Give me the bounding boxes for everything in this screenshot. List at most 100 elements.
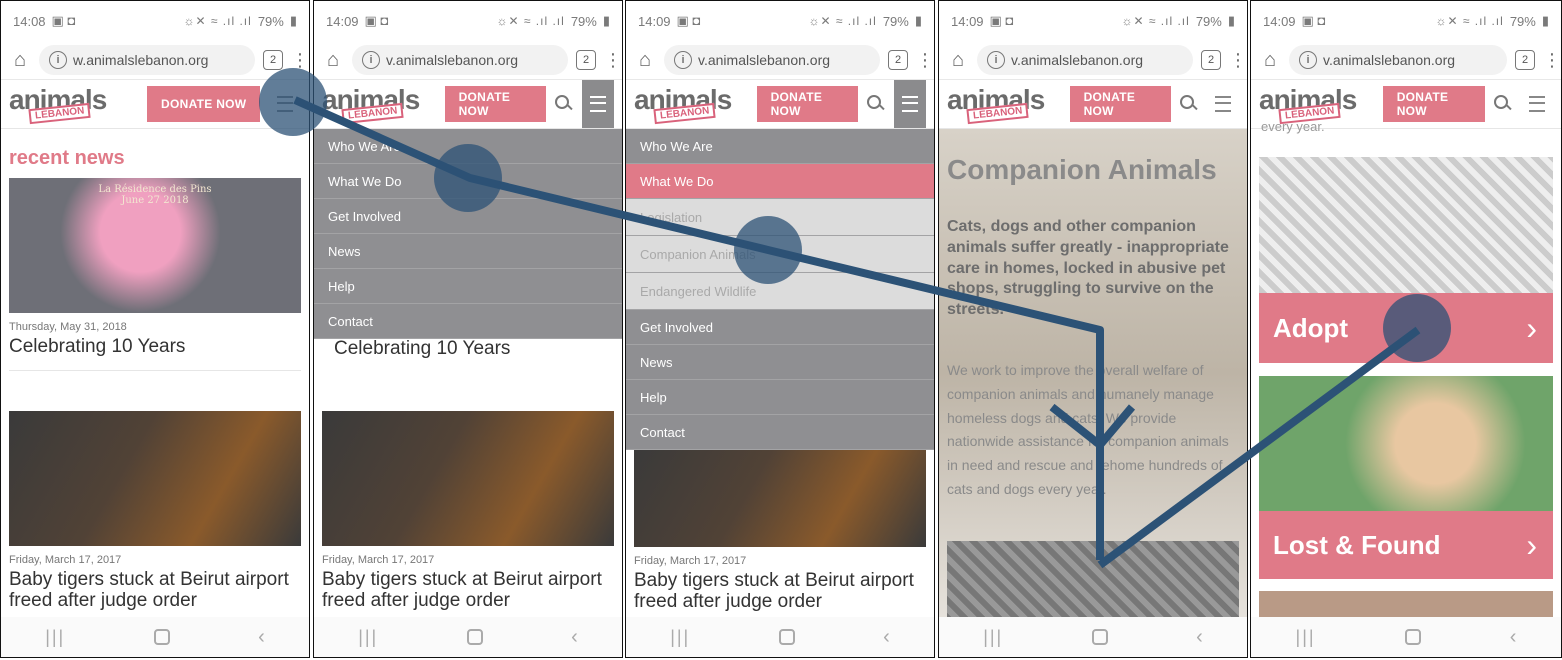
search-icon[interactable] [1493, 94, 1513, 114]
home-button-icon[interactable] [1091, 629, 1108, 645]
menu-item-news[interactable]: News [314, 234, 622, 269]
tab-switcher-button[interactable]: 2 [263, 50, 283, 70]
cat-image [947, 541, 1239, 621]
battery-icon: ▮ [602, 13, 610, 28]
home-icon[interactable]: ⌂ [9, 49, 31, 71]
donate-button[interactable]: DONATE NOW [756, 86, 858, 122]
info-icon[interactable]: i [49, 51, 67, 69]
site-logo[interactable]: animals LEBANON [634, 84, 732, 125]
news-card[interactable]: Friday, March 17, 2017 Baby tigers stuck… [634, 447, 926, 626]
news-title[interactable]: Baby tigers stuck at Beirut airport free… [9, 569, 301, 624]
browser-toolbar: ⌂ i v.animalslebanon.org 2 ⋮ [314, 41, 622, 80]
more-options-icon[interactable]: ⋮ [1229, 51, 1247, 69]
site-logo[interactable]: animals LEBANON [322, 84, 420, 125]
adopt-label: Adopt [1273, 312, 1349, 343]
news-image: La Résidence des Pins June 27 2018 [9, 178, 301, 313]
info-icon[interactable]: i [362, 51, 380, 69]
clock: 14:09 [638, 13, 671, 29]
menu-item-help[interactable]: Help [314, 269, 622, 304]
search-icon[interactable] [554, 94, 574, 114]
hamburger-menu-icon[interactable] [1207, 80, 1239, 128]
back-icon[interactable]: ‹ [571, 626, 578, 649]
url-bar[interactable]: i v.animalslebanon.org [664, 45, 880, 75]
back-icon[interactable]: ‹ [1196, 626, 1203, 649]
hamburger-menu-icon[interactable] [894, 80, 926, 128]
menu-item-contact[interactable]: Contact [314, 304, 622, 339]
news-card[interactable]: Friday, March 17, 2017 Baby tigers stuck… [9, 410, 301, 625]
donate-button[interactable]: DONATE NOW [1382, 86, 1485, 122]
menu-item-help[interactable]: Help [626, 380, 934, 415]
donate-button[interactable]: DONATE NOW [147, 86, 261, 122]
menu-item-what-we-do[interactable]: What We Do [626, 164, 934, 199]
menu-item-news[interactable]: News [626, 345, 934, 380]
more-options-icon[interactable]: ⋮ [916, 51, 934, 69]
site-logo[interactable]: animals LEBANON [947, 84, 1045, 125]
tab-switcher-button[interactable]: 2 [1515, 50, 1535, 70]
tab-switcher-button[interactable]: 2 [576, 50, 596, 70]
home-icon[interactable]: ⌂ [634, 49, 656, 71]
android-nav-bar: ||| ‹ [626, 617, 934, 657]
menu-item-get-involved[interactable]: Get Involved [626, 310, 934, 345]
news-title[interactable]: Celebrating 10 Years [9, 336, 301, 370]
home-button-icon[interactable] [466, 629, 483, 645]
menu-item-contact[interactable]: Contact [626, 415, 934, 450]
recent-apps-icon[interactable]: ||| [45, 627, 65, 648]
news-card[interactable]: Friday, March 17, 2017 Baby tigers stuck… [322, 411, 614, 625]
site-logo[interactable]: animals LEBANON [9, 84, 119, 125]
url-text: v.animalslebanon.org [386, 52, 519, 68]
url-bar[interactable]: i v.animalslebanon.org [352, 45, 568, 75]
news-date: Friday, March 17, 2017 [9, 553, 122, 566]
browser-toolbar: ⌂ i w.animalslebanon.org 2 ⋮ [1, 41, 309, 80]
news-title[interactable]: Celebrating 10 Years [334, 338, 602, 372]
home-icon[interactable]: ⌂ [947, 49, 969, 71]
info-icon[interactable]: i [987, 51, 1005, 69]
search-icon[interactable] [1179, 94, 1199, 114]
news-image [322, 411, 614, 546]
recent-apps-icon[interactable]: ||| [983, 627, 1003, 648]
lost-found-button[interactable]: Lost & Found › [1259, 511, 1553, 579]
home-button-icon[interactable] [778, 629, 795, 645]
url-text: v.animalslebanon.org [698, 52, 831, 68]
more-options-icon[interactable]: ⋮ [1543, 51, 1561, 69]
site-logo[interactable]: animals LEBANON [1259, 84, 1357, 125]
menu-item-who-we-are[interactable]: Who We Are [626, 129, 934, 164]
donate-button[interactable]: DONATE NOW [1069, 86, 1171, 122]
recent-apps-icon[interactable]: ||| [670, 627, 690, 648]
info-icon[interactable]: i [674, 51, 692, 69]
search-icon[interactable] [866, 94, 886, 114]
hamburger-menu-icon[interactable] [582, 80, 614, 128]
back-icon[interactable]: ‹ [883, 626, 890, 649]
android-nav-bar: ||| ‹ [1251, 617, 1561, 657]
android-nav-bar: ||| ‹ [1, 617, 309, 657]
tab-switcher-button[interactable]: 2 [1201, 50, 1221, 70]
browser-toolbar: ⌂ i v.animalslebanon.org 2 ⋮ [1251, 41, 1561, 80]
news-title[interactable]: Baby tigers stuck at Beirut airport free… [322, 569, 614, 624]
url-text: v.animalslebanon.org [1323, 52, 1456, 68]
more-options-icon[interactable]: ⋮ [604, 51, 622, 69]
status-bar: 14:09 ▣ ◘ ☼✕ ≈ .ıl .ıl 79% ▮ [1251, 1, 1561, 41]
url-text: v.animalslebanon.org [1011, 52, 1144, 68]
lead-paragraph: Cats, dogs and other companion animals s… [947, 218, 1229, 319]
news-card[interactable]: La Résidence des Pins June 27 2018 Thurs… [9, 178, 301, 371]
url-bar[interactable]: i v.animalslebanon.org [1289, 45, 1507, 75]
signal-icons: ☼✕ ≈ .ıl .ıl [183, 14, 252, 28]
home-icon[interactable]: ⌂ [1259, 49, 1281, 71]
home-button-icon[interactable] [153, 629, 170, 645]
url-bar[interactable]: i v.animalslebanon.org [977, 45, 1193, 75]
back-icon[interactable]: ‹ [258, 626, 265, 649]
url-bar[interactable]: i w.animalslebanon.org [39, 45, 255, 75]
home-button-icon[interactable] [1404, 629, 1421, 645]
hamburger-menu-icon[interactable] [1521, 80, 1553, 128]
more-options-icon[interactable]: ⋮ [291, 51, 309, 69]
recent-apps-icon[interactable]: ||| [1296, 627, 1316, 648]
recent-apps-icon[interactable]: ||| [358, 627, 378, 648]
tab-switcher-button[interactable]: 2 [888, 50, 908, 70]
notification-icons: ▣ ◘ [51, 13, 76, 28]
nav-dropdown: Who We Are What We Do Legislation Compan… [626, 129, 934, 450]
back-icon[interactable]: ‹ [1510, 626, 1517, 649]
url-text: w.animalslebanon.org [73, 52, 209, 68]
info-icon[interactable]: i [1299, 51, 1317, 69]
home-icon[interactable]: ⌂ [322, 49, 344, 71]
donate-button[interactable]: DONATE NOW [444, 86, 546, 122]
site-header: animals LEBANON DONATE NOW [314, 80, 622, 129]
